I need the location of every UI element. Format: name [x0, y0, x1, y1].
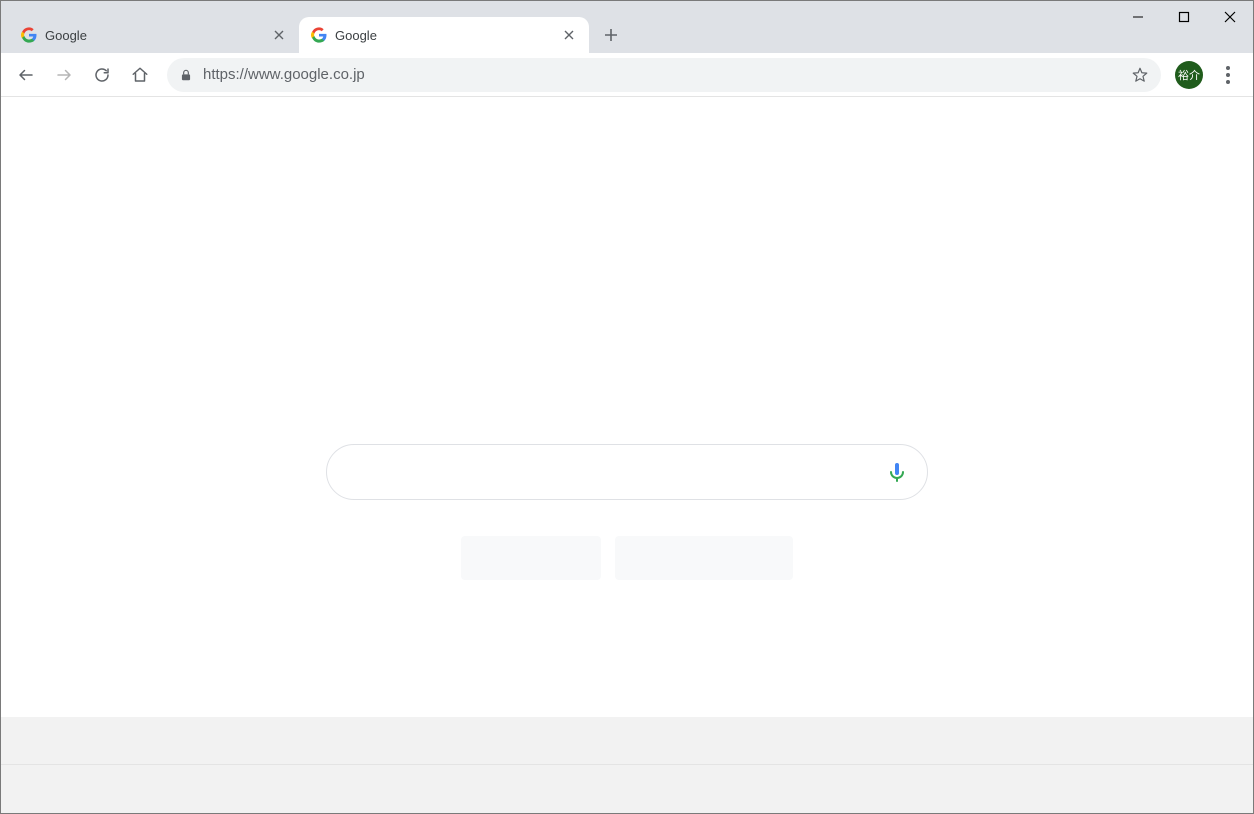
address-bar[interactable]: https://www.google.co.jp	[167, 58, 1161, 92]
tab-strip: Google Google	[1, 1, 1253, 53]
tab-title: Google	[45, 28, 263, 43]
avatar-label: 裕介	[1178, 67, 1200, 83]
profile-avatar[interactable]: 裕介	[1175, 61, 1203, 89]
page-content	[1, 97, 1253, 813]
bookmark-star-icon[interactable]	[1131, 66, 1149, 84]
tab-close-button[interactable]	[561, 27, 577, 43]
search-box[interactable]	[326, 444, 928, 500]
mic-icon[interactable]	[885, 460, 909, 484]
back-button[interactable]	[9, 58, 43, 92]
google-search-button[interactable]	[461, 536, 601, 580]
lock-icon	[179, 68, 193, 82]
reload-button[interactable]	[85, 58, 119, 92]
feeling-lucky-button[interactable]	[615, 536, 793, 580]
window-controls	[1115, 1, 1253, 33]
window-close-button[interactable]	[1207, 1, 1253, 33]
footer-lower	[1, 765, 1253, 813]
tab-google-active[interactable]: Google	[299, 17, 589, 53]
window-maximize-button[interactable]	[1161, 1, 1207, 33]
tab-close-button[interactable]	[271, 27, 287, 43]
search-input[interactable]	[345, 463, 885, 481]
google-favicon-icon	[21, 27, 37, 43]
footer-upper	[1, 717, 1253, 765]
forward-button[interactable]	[47, 58, 81, 92]
home-button[interactable]	[123, 58, 157, 92]
url-text: https://www.google.co.jp	[203, 66, 1121, 83]
tab-google-inactive[interactable]: Google	[9, 17, 299, 53]
window-minimize-button[interactable]	[1115, 1, 1161, 33]
tab-title: Google	[335, 28, 553, 43]
chrome-menu-button[interactable]	[1211, 58, 1245, 92]
search-buttons-row	[326, 536, 928, 580]
browser-toolbar: https://www.google.co.jp 裕介	[1, 53, 1253, 97]
google-search-area	[326, 444, 928, 580]
new-tab-button[interactable]	[597, 21, 625, 49]
google-favicon-icon	[311, 27, 327, 43]
